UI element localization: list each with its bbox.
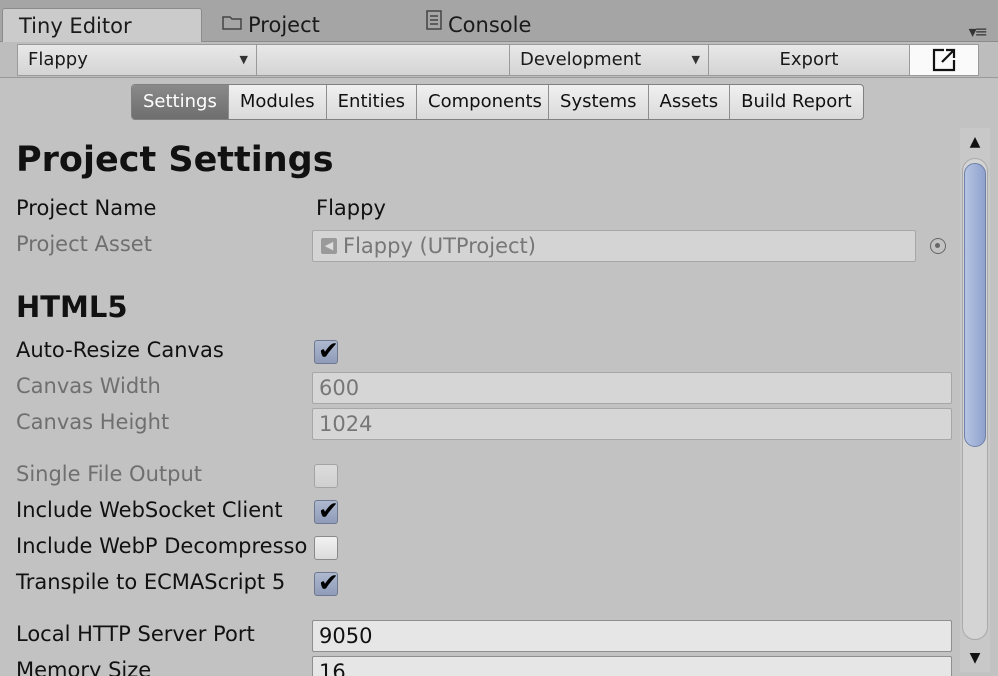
vertical-scrollbar[interactable]: ▲ ▼ [960, 128, 990, 672]
project-name-label: Project Name [16, 196, 157, 220]
object-picker-icon[interactable] [930, 238, 946, 254]
toolbar: Flappy ▼ Development ▼ Export [0, 42, 998, 78]
tab-label: Tiny Editor [19, 14, 132, 38]
single-file-label: Single File Output [16, 462, 202, 486]
dropdown-arrow-icon: ▼ [239, 53, 248, 66]
scroll-up-icon[interactable]: ▲ [965, 132, 985, 152]
tab-systems[interactable]: Systems [549, 85, 649, 119]
http-port-label: Local HTTP Server Port [16, 622, 255, 646]
webp-label: Include WebP Decompresso [16, 534, 308, 558]
toolbar-spacer [256, 44, 510, 76]
tab-entities[interactable]: Entities [327, 85, 418, 119]
asset-icon: ◀ [321, 238, 337, 254]
window-tab-strip: Tiny Editor Project Console ▾≡ [0, 0, 998, 43]
editor-subtabs: Settings Modules Entities Components Sys… [131, 84, 864, 120]
project-asset-label: Project Asset [16, 232, 152, 256]
memory-size-label: Memory Size [16, 658, 152, 676]
websocket-checkbox[interactable]: ✔ [314, 496, 339, 525]
transpile-label: Transpile to ECMAScript 5 [16, 570, 286, 594]
checkmark-icon: ✔ [318, 496, 339, 525]
transpile-checkbox[interactable]: ✔ [314, 568, 339, 597]
external-link-icon [931, 48, 957, 78]
export-label: Export [779, 49, 839, 70]
tab-tiny-editor[interactable]: Tiny Editor [2, 8, 202, 43]
project-name-value: Flappy [316, 196, 386, 220]
canvas-width-label: Canvas Width [16, 374, 161, 398]
folder-icon [222, 8, 242, 42]
config-select-value: Development [520, 49, 642, 70]
canvas-width-field: 600 [312, 372, 952, 404]
tab-project[interactable]: Project [222, 8, 320, 42]
checkmark-icon: ✔ [318, 568, 339, 597]
document-icon [426, 8, 442, 42]
tab-components[interactable]: Components [417, 85, 550, 119]
page-title: Project Settings [16, 140, 334, 180]
tab-label: Console [448, 13, 532, 37]
tab-build-report[interactable]: Build Report [730, 85, 863, 119]
config-select[interactable]: Development ▼ [509, 44, 709, 76]
tab-settings[interactable]: Settings [132, 85, 229, 119]
single-file-checkbox [314, 464, 338, 488]
dropdown-arrow-icon: ▼ [691, 53, 700, 66]
canvas-height-field: 1024 [312, 408, 952, 440]
scroll-thumb[interactable] [964, 163, 986, 447]
http-port-field[interactable]: 9050 [312, 620, 952, 652]
tab-console[interactable]: Console [426, 8, 531, 42]
popout-button[interactable] [909, 44, 979, 76]
tab-modules[interactable]: Modules [229, 85, 327, 119]
export-button[interactable]: Export [708, 44, 910, 76]
section-title-html5: HTML5 [16, 290, 128, 324]
websocket-label: Include WebSocket Client [16, 498, 283, 522]
memory-size-field[interactable]: 16 [312, 656, 952, 676]
project-select[interactable]: Flappy ▼ [17, 44, 257, 76]
scroll-track[interactable] [962, 158, 988, 640]
project-asset-value: Flappy (UTProject) [343, 234, 536, 258]
scroll-down-icon[interactable]: ▼ [965, 648, 985, 668]
tab-assets[interactable]: Assets [649, 85, 731, 119]
webp-checkbox[interactable] [314, 536, 338, 560]
tab-label: Project [248, 13, 320, 37]
canvas-height-label: Canvas Height [16, 410, 170, 434]
auto-resize-label: Auto-Resize Canvas [16, 338, 224, 362]
checkmark-icon: ✔ [318, 336, 339, 365]
auto-resize-checkbox[interactable]: ✔ [314, 336, 339, 365]
project-asset-field[interactable]: ◀ Flappy (UTProject) [312, 230, 916, 262]
window-menu-icon[interactable]: ▾≡ [969, 22, 988, 41]
project-select-value: Flappy [28, 49, 88, 70]
settings-panel: Project Settings Project Name Flappy Pro… [0, 128, 958, 676]
